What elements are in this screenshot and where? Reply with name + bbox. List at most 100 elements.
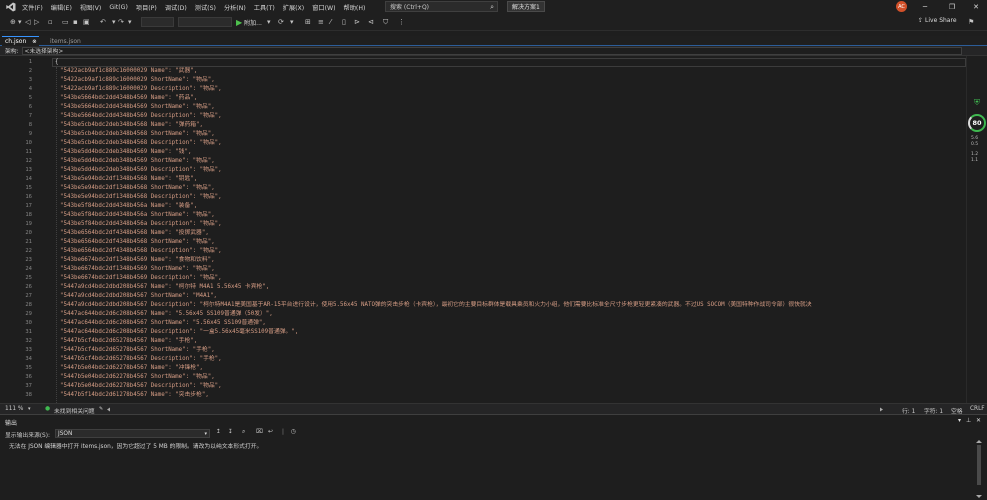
new-project-icon[interactable]: ⊕ (10, 17, 16, 27)
close-icon[interactable]: ✕ (976, 417, 981, 424)
overview-margin[interactable]: ⛨ 80 5.6 0.5 1.2 1.1 (966, 56, 987, 403)
chevron-down-icon[interactable]: ▾ (18, 17, 22, 27)
comment-icon[interactable]: ⁄ (330, 17, 331, 27)
output-title: 输出 (5, 420, 18, 427)
schema-dropdown[interactable]: <未选择架构> (21, 46, 962, 55)
output-toolbar: 显示输出来源(S): JSON ▾ ↥ ↧ ⌕ ⌧ ↩ | ◷ (0, 428, 987, 439)
attach-button[interactable]: ▶ 附加... (236, 17, 262, 27)
chevron-down-icon[interactable]: ▾ (128, 17, 132, 27)
code-line: "543be6564bdc2df4348b4568 Name": "投掷武器", (60, 230, 209, 236)
code-health-score[interactable]: 80 (968, 114, 986, 132)
minimize-icon[interactable]: ─ (918, 1, 932, 12)
feedback-icon[interactable]: ⚑ (968, 17, 974, 27)
live-share-label: Live Share (925, 17, 957, 24)
line-number: 35 (25, 365, 32, 371)
format-icon[interactable]: ≡ (318, 17, 324, 27)
prev-message-icon[interactable]: ↥ (216, 429, 221, 435)
save-all-icon[interactable]: ▣ (83, 17, 90, 27)
close-tab-icon[interactable]: ⊗ (32, 39, 36, 45)
clear-all-icon[interactable]: ⌧ (256, 429, 263, 435)
undo-icon[interactable]: ↶ (100, 17, 106, 27)
chevron-down-icon[interactable]: ▾ (267, 17, 271, 27)
next-message-icon[interactable]: ↧ (228, 429, 233, 435)
restore-icon[interactable]: ❐ (945, 1, 959, 12)
code-line: "543be6674bdc2df1348b4569 Name": "食物和饮料"… (60, 257, 215, 263)
save-icon[interactable]: ▪ (73, 17, 78, 27)
chevron-down-icon[interactable]: ▾ (290, 17, 294, 27)
line-number: 29 (25, 311, 32, 317)
code-line: "543be5dd4bdc2deb348b4569 Description": … (60, 167, 222, 173)
find-icon[interactable]: ⌕ (242, 429, 245, 436)
bookmark-prev-icon[interactable]: ⊲ (368, 17, 374, 27)
redo-icon[interactable]: ↷ (118, 17, 124, 27)
code-line: "543be5dd4bdc2deb348b4569 Name": "钱", (60, 149, 192, 155)
line-number: 36 (25, 374, 32, 380)
code-line: "5422acb9af1c889c16000029 Description": … (60, 86, 222, 92)
code-line: "543be6564bdc2df4348b4568 Description": … (60, 248, 222, 254)
menu-window[interactable]: 窗口(W) (308, 3, 339, 12)
line-number: 21 (25, 239, 32, 245)
layout-icon[interactable]: ⊞ (305, 17, 311, 27)
bookmark-next-icon[interactable]: ⊳ (354, 17, 360, 27)
code-line: "5422acb9af1c889c16000029 Name": "武器", (60, 68, 198, 74)
menu-extensions[interactable]: 扩展(X) (279, 3, 308, 12)
code-line: "5422acb9af1c889c16000029 ShortName": "物… (60, 77, 215, 83)
tab-label: items.json (50, 37, 81, 45)
schema-value: <未选择架构> (24, 49, 64, 55)
new-file-icon[interactable]: ▫ (48, 17, 53, 27)
line-number: 27 (25, 293, 32, 299)
shield-check-icon[interactable]: ⛨ (972, 98, 982, 108)
code-line: "543be5664bdc2dd4348b4569 Name": "药品", (60, 95, 198, 101)
menu-help[interactable]: 帮助(H) (340, 3, 370, 12)
menu-test[interactable]: 测试(S) (191, 3, 220, 12)
menu-debug[interactable]: 调试(D) (161, 3, 191, 12)
output-header: 输出 ▾ ⊥ ✕ (0, 415, 987, 427)
chevron-down-icon[interactable]: ▾ (112, 17, 116, 27)
horizontal-scrollbar[interactable] (105, 407, 885, 412)
platform-dropdown[interactable] (178, 17, 232, 27)
tab-items-json[interactable]: items.json (47, 36, 84, 46)
code-line: "543be5cb4bdc2deb348b4568 Name": "弹药箱", (60, 122, 204, 128)
output-source-dropdown[interactable]: JSON ▾ (55, 429, 210, 438)
indent-guide (56, 67, 57, 403)
eol-indicator[interactable]: CRLF (970, 406, 985, 412)
chevron-down-icon[interactable]: ▾ (28, 406, 31, 412)
code-line: "543be5cb4bdc2deb348b4568 ShortName": "物… (60, 131, 215, 137)
output-panel: 输出 ▾ ⊥ ✕ 显示输出来源(S): JSON ▾ ↥ ↧ ⌕ ⌧ ↩ | ◷… (0, 414, 987, 500)
avatar[interactable]: AC (896, 1, 907, 12)
clock-icon[interactable]: ◷ (291, 429, 296, 435)
search-input[interactable]: 搜索 (Ctrl+Q) ⌕ (385, 1, 498, 12)
configuration-dropdown[interactable] (141, 17, 174, 27)
line-number: 19 (25, 221, 32, 227)
brush-icon[interactable]: ✎ (99, 406, 103, 412)
code-line: "5447b5cf4bdc2d65278b4567 Description": … (60, 356, 222, 362)
visual-studio-logo-icon[interactable] (4, 0, 18, 14)
menu-git[interactable]: Git(G) (105, 4, 132, 11)
chevron-down-icon[interactable]: ▾ (958, 417, 961, 424)
pin-icon[interactable]: ⊥ (966, 417, 971, 424)
solution-name-badge[interactable]: 解决方案1 (507, 1, 545, 12)
menu-project[interactable]: 项目(P) (132, 3, 161, 12)
overflow-icon[interactable]: ⋮ (398, 17, 405, 27)
bookmark-toggle-icon[interactable]: ⛉ (383, 17, 388, 27)
menu-analyze[interactable]: 分析(N) (220, 3, 250, 12)
menu-file[interactable]: 文件(F) (18, 3, 47, 12)
live-share-icon: ⇪ (918, 17, 924, 24)
back-icon[interactable]: ◁ (25, 17, 30, 27)
stat-value: 1.2 (971, 152, 979, 157)
hot-reload-icon[interactable]: ⟳ (278, 17, 284, 27)
menu-edit[interactable]: 编辑(E) (47, 3, 76, 12)
code-editor[interactable]: 1 2 3 4 5 6 7 8 9 10 11 12 13 14 15 16 17 18 19 20 21 22 23 24 2… (0, 56, 966, 403)
output-scrollbar[interactable] (975, 439, 983, 499)
tab-ch-json[interactable]: ch.json ⊗ (2, 36, 40, 46)
line-number: 7 (28, 113, 32, 119)
open-folder-icon[interactable]: ▭ (62, 17, 69, 27)
bookmark-icon[interactable]: ▯ (342, 17, 346, 27)
close-icon[interactable]: ✕ (969, 1, 983, 12)
word-wrap-icon[interactable]: ↩ (268, 429, 273, 435)
menu-view[interactable]: 视图(V) (76, 3, 105, 12)
live-share-button[interactable]: ⇪ Live Share (918, 17, 957, 24)
zoom-level[interactable]: 111 % (5, 406, 23, 412)
menu-tools[interactable]: 工具(T) (250, 3, 279, 12)
forward-icon[interactable]: ▷ (34, 17, 39, 27)
